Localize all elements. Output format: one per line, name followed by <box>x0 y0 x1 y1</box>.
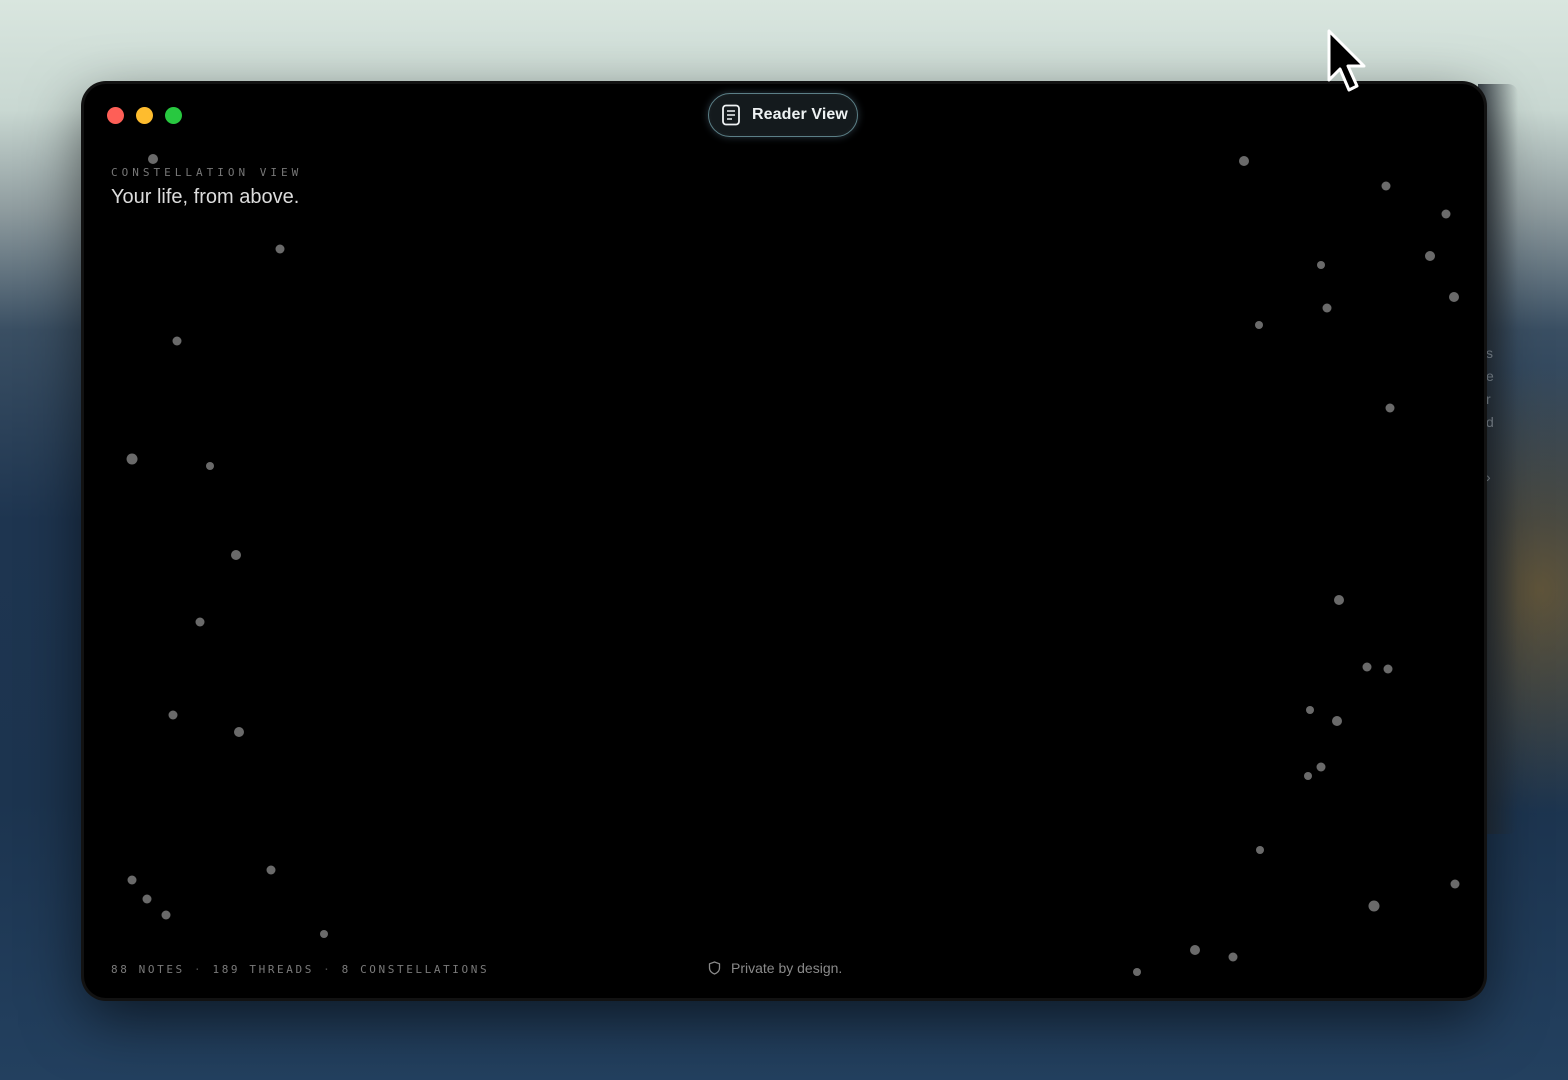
stats-bar: 88 NOTES · 189 THREADS · 8 CONSTELLATION… <box>111 963 489 976</box>
privacy-note: Private by design. <box>708 960 842 976</box>
star[interactable] <box>231 550 241 560</box>
star[interactable] <box>234 727 244 737</box>
star[interactable] <box>275 244 285 254</box>
notes-count: 88 NOTES <box>111 963 185 976</box>
privacy-text: Private by design. <box>731 960 843 976</box>
reader-view-button[interactable]: Reader View <box>708 93 858 137</box>
background-letter: r <box>1486 391 1491 407</box>
reader-view-label: Reader View <box>752 106 848 123</box>
separator: · <box>323 963 333 976</box>
background-window-text: s e r d › <box>1486 342 1494 489</box>
star[interactable] <box>1368 900 1380 912</box>
star[interactable] <box>266 865 276 875</box>
view-eyebrow: CONSTELLATION VIEW <box>111 166 303 179</box>
app-window: Reader View CONSTELLATION VIEW Your life… <box>84 84 1484 998</box>
star[interactable] <box>1362 662 1372 672</box>
star[interactable] <box>168 710 178 720</box>
star[interactable] <box>1239 156 1249 166</box>
star[interactable] <box>1334 595 1344 605</box>
star[interactable] <box>1190 945 1200 955</box>
document-icon <box>722 104 740 126</box>
constellations-count: 8 CONSTELLATIONS <box>341 963 490 976</box>
star[interactable] <box>1450 879 1460 889</box>
star[interactable] <box>1441 209 1451 219</box>
star[interactable] <box>1133 968 1141 976</box>
mouse-cursor-icon <box>1327 29 1366 92</box>
star[interactable] <box>172 336 182 346</box>
star[interactable] <box>1304 772 1312 780</box>
star[interactable] <box>1228 952 1238 962</box>
star[interactable] <box>1316 762 1326 772</box>
star[interactable] <box>320 930 328 938</box>
background-window-edge <box>1478 84 1518 834</box>
background-letter: d <box>1486 414 1494 430</box>
background-letter: e <box>1486 368 1494 384</box>
star[interactable] <box>1317 261 1325 269</box>
star[interactable] <box>142 894 152 904</box>
separator: · <box>194 963 204 976</box>
star[interactable] <box>1322 303 1332 313</box>
star[interactable] <box>148 154 158 164</box>
star[interactable] <box>195 617 205 627</box>
star[interactable] <box>1255 321 1263 329</box>
background-chevron: › <box>1486 469 1491 485</box>
star[interactable] <box>1256 846 1264 854</box>
star[interactable] <box>1449 292 1459 302</box>
star[interactable] <box>206 462 214 470</box>
star[interactable] <box>1383 664 1393 674</box>
star[interactable] <box>1385 403 1395 413</box>
star[interactable] <box>1425 251 1435 261</box>
star[interactable] <box>1332 716 1342 726</box>
shield-icon <box>708 961 721 975</box>
star[interactable] <box>1381 181 1391 191</box>
star[interactable] <box>127 875 137 885</box>
background-letter: s <box>1486 345 1493 361</box>
star[interactable] <box>161 910 171 920</box>
page-title: Your life, from above. <box>111 186 300 208</box>
star[interactable] <box>126 453 138 465</box>
star[interactable] <box>1306 706 1314 714</box>
threads-count: 189 THREADS <box>212 963 314 976</box>
constellation-canvas[interactable] <box>84 84 1484 998</box>
